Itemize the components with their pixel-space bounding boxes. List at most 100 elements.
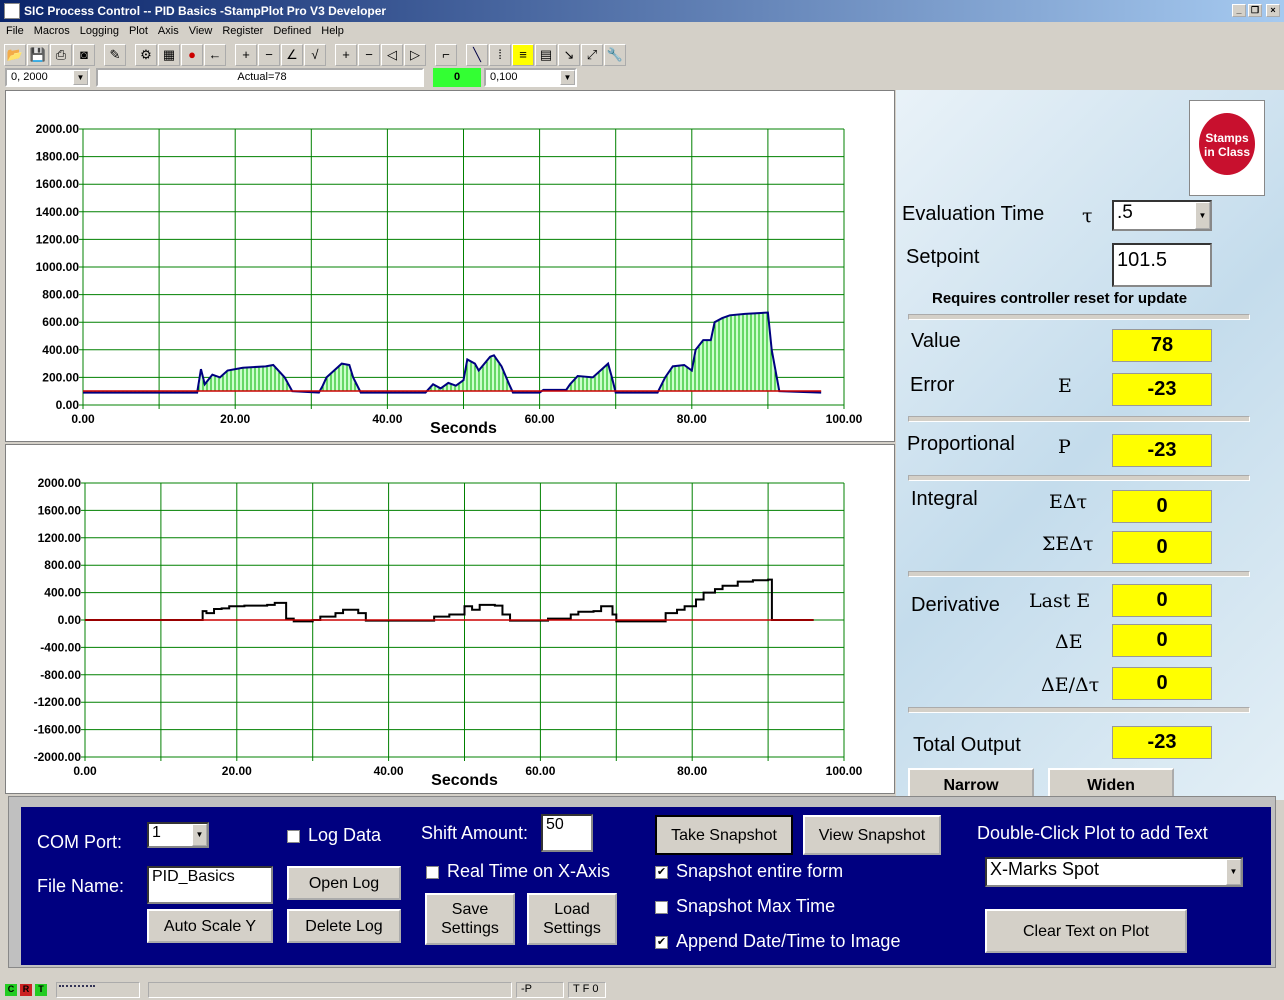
setpoint-input[interactable]: 101.5 [1112, 243, 1212, 287]
grid-icon[interactable]: ▦ [158, 44, 180, 66]
y-down-icon[interactable]: √ [304, 44, 326, 66]
auto-scale-y-button[interactable]: Auto Scale Y [147, 909, 273, 943]
output-plot[interactable]: -2000.00 -1600.00 -1200.00 -800.00 -400.00 0.… [5, 444, 895, 794]
open-log-button[interactable]: Open Log [287, 866, 401, 900]
total-output-label: Total Output [913, 734, 1021, 756]
menu-plot[interactable]: Plot [129, 25, 148, 37]
x-tick-label: 80.00 [677, 412, 707, 426]
menu-macros[interactable]: Macros [34, 25, 70, 37]
chevron-down-icon[interactable]: ▼ [560, 70, 575, 85]
print-icon[interactable]: ⎙ [50, 44, 72, 66]
process-plot[interactable]: 0.00 200.00 400.00 600.00 800.00 1000.00 1200.… [5, 90, 895, 442]
com-port-value: 1 [152, 824, 161, 841]
chevron-down-icon[interactable]: ▼ [73, 70, 88, 85]
y-tick-label: -800.00 [40, 668, 81, 682]
close-button[interactable]: × [1266, 4, 1280, 17]
tfo-status: T F 0 [568, 982, 606, 998]
double-click-hint: Double-Click Plot to add Text [977, 823, 1208, 843]
y-range-select[interactable]: 0, 2000 ▼ [5, 68, 90, 87]
output-chart[interactable]: -2000.00 -1600.00 -1200.00 -800.00 -400.00 0.… [6, 445, 896, 795]
scale-icon[interactable]: ⤢ [581, 44, 603, 66]
delta-e-symbol: ΔE [1055, 631, 1083, 653]
setpoint-label: Setpoint [906, 246, 980, 268]
y-tick-label: -1200.00 [34, 695, 82, 709]
load-settings-button[interactable]: Load Settings [527, 893, 617, 945]
x-tick-label: 40.00 [374, 764, 404, 778]
y-up-icon[interactable]: ∠ [281, 44, 303, 66]
x-right-icon[interactable]: ▷ [404, 44, 426, 66]
snapshot-form-label: Snapshot entire form [676, 861, 844, 881]
chevron-down-icon[interactable]: ▼ [1195, 202, 1210, 229]
y-zoom-out-icon[interactable]: − [258, 44, 280, 66]
menu-register[interactable]: Register [222, 25, 263, 37]
wand-icon[interactable]: ✎ [104, 44, 126, 66]
process-chart[interactable]: 0.00 200.00 400.00 600.00 800.00 1000.00 1200.… [6, 91, 896, 443]
take-snapshot-button[interactable]: Take Snapshot [655, 815, 793, 855]
y-tick-label: 2000.00 [38, 476, 82, 490]
shift-amount-input[interactable]: 50 [541, 814, 593, 852]
y-tick-label: -1600.00 [34, 723, 82, 737]
plot-icon[interactable]: ⌐ [435, 44, 457, 66]
x-axis-label: Seconds [430, 420, 497, 437]
chevron-down-icon[interactable]: ▼ [1226, 859, 1241, 885]
divider [908, 314, 1250, 320]
minimize-button[interactable]: _ [1232, 4, 1246, 17]
open-icon[interactable]: 📂 [4, 44, 26, 66]
menu-defined[interactable]: Defined [273, 25, 311, 37]
restore-button[interactable]: ❐ [1248, 4, 1262, 17]
snapshot-form-checkbox[interactable]: ✔ Snapshot entire form [655, 861, 843, 882]
x-range-select[interactable]: 0,100 ▼ [484, 68, 577, 87]
y-tick-label: 600.00 [42, 315, 79, 329]
save-settings-button[interactable]: Save Settings [425, 893, 515, 945]
arrow-left-icon[interactable]: ← [204, 44, 226, 66]
divider [908, 416, 1250, 422]
camera-icon[interactable]: ◙ [73, 44, 95, 66]
x-zoom-out-icon[interactable]: − [358, 44, 380, 66]
clear-text-button[interactable]: Clear Text on Plot [985, 909, 1187, 953]
wrench-icon[interactable]: 🔧 [604, 44, 626, 66]
title-bar: SIC Process Control -- PID Basics -Stamp… [0, 0, 1284, 22]
y-zoom-in-icon[interactable]: + [235, 44, 257, 66]
real-time-checkbox[interactable]: Real Time on X-Axis [426, 861, 610, 882]
y-range-value: 0, 2000 [11, 71, 48, 83]
points-icon[interactable]: ⁞ [489, 44, 511, 66]
stop-icon[interactable]: ● [181, 44, 203, 66]
progress-bar [56, 982, 140, 998]
menu-view[interactable]: View [189, 25, 213, 37]
integral-symbol: EΔτ [1049, 491, 1088, 513]
log-data-label: Log Data [308, 825, 382, 845]
checkbox[interactable]: ✔ [655, 865, 668, 879]
y-tick-label: 400.00 [44, 586, 81, 600]
snapshot-max-checkbox[interactable]: Snapshot Max Time [655, 896, 835, 917]
menu-file[interactable]: File [6, 25, 24, 37]
last-e-symbol: Last E [1029, 590, 1091, 612]
connect-icon[interactable]: ⚙ [135, 44, 157, 66]
menu-help[interactable]: Help [321, 25, 344, 37]
note-icon[interactable]: ≡ [512, 44, 534, 66]
plot-text-select[interactable]: X-Marks Spot ▼ [985, 857, 1243, 887]
x-left-icon[interactable]: ◁ [381, 44, 403, 66]
clipboard-icon[interactable]: ▤ [535, 44, 557, 66]
y-tick-label: 2000.00 [36, 122, 80, 136]
checkbox[interactable]: ✔ [655, 935, 668, 949]
com-port-select[interactable]: 1 ▼ [147, 822, 209, 848]
pen-icon[interactable]: ╲ [466, 44, 488, 66]
x-zoom-in-icon[interactable]: + [335, 44, 357, 66]
checkbox[interactable] [655, 900, 668, 914]
menu-logging[interactable]: Logging [80, 25, 119, 37]
delete-log-button[interactable]: Delete Log [287, 909, 401, 943]
checkbox[interactable] [287, 829, 300, 843]
append-date-checkbox[interactable]: ✔ Append Date/Time to Image [655, 931, 900, 952]
view-snapshot-button[interactable]: View Snapshot [803, 815, 941, 855]
checkbox[interactable] [426, 865, 439, 879]
proportional-label: Proportional [907, 433, 1015, 455]
save-icon[interactable]: 💾 [27, 44, 49, 66]
log-data-checkbox[interactable]: Log Data [287, 825, 381, 846]
integral-label: Integral [911, 488, 978, 510]
menu-axis[interactable]: Axis [158, 25, 179, 37]
y-tick-label: 1200.00 [36, 232, 80, 246]
file-name-input[interactable]: PID_Basics [147, 866, 273, 904]
chevron-down-icon[interactable]: ▼ [192, 824, 207, 846]
probe-icon[interactable]: ↘ [558, 44, 580, 66]
eval-time-select[interactable]: .5 ▼ [1112, 200, 1212, 231]
